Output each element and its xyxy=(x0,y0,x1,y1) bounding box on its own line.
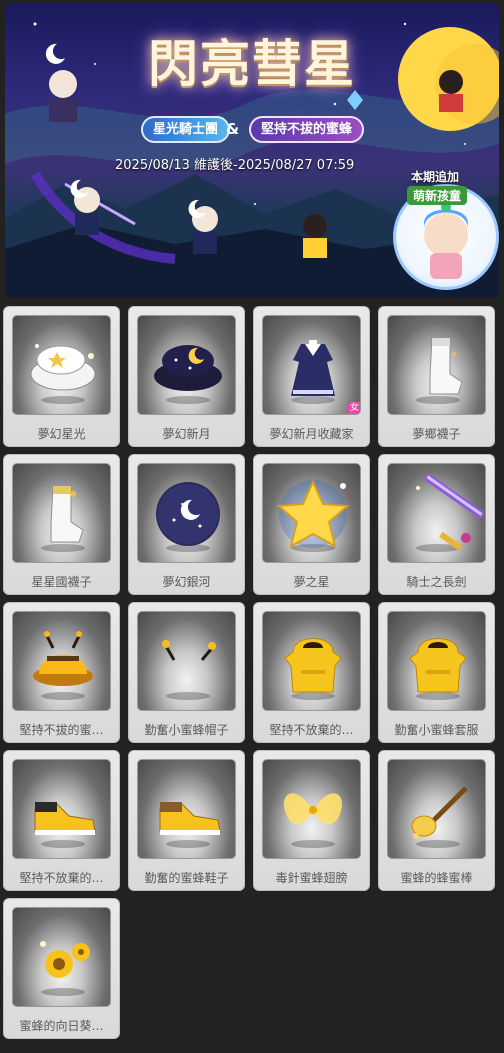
item-image-well xyxy=(262,611,361,711)
yellow-hoodie-icon xyxy=(284,638,342,700)
item-image-well xyxy=(12,463,111,563)
addon-badge: 本期追加 萌新孩童 xyxy=(393,162,499,290)
item-label: 夢幻新月收藏家 xyxy=(269,427,354,441)
item-label: 夢之星 xyxy=(293,575,330,589)
yellow-shoe-brown-icon xyxy=(159,802,221,848)
item-image-well: 女 xyxy=(262,315,361,415)
honey-dipper-icon xyxy=(411,786,468,848)
dark-moon-hat-icon xyxy=(154,345,222,404)
item-image-well xyxy=(12,611,111,711)
item-label: 夢鄉襪子 xyxy=(412,427,461,441)
item-label: 勤奮小蜜蜂帽子 xyxy=(144,723,229,737)
item-card[interactable]: 騎士之長劍 xyxy=(378,454,495,595)
item-image-well xyxy=(262,759,361,859)
item-image-well xyxy=(137,611,236,711)
event-banner: 閃亮彗星 星光騎士團 & 堅持不拔的蜜蜂 2025/08/13 維護後-2025… xyxy=(5,4,499,297)
item-image-well xyxy=(12,759,111,859)
purple-sword-icon xyxy=(416,473,485,552)
item-image-well xyxy=(387,611,486,711)
item-label: 堅持不放棄的… xyxy=(19,871,104,885)
item-image-well xyxy=(137,759,236,859)
item-card[interactable]: 勤奮小蜜蜂帽子 xyxy=(128,602,245,743)
item-card[interactable]: 夢幻新月 xyxy=(128,306,245,447)
item-card[interactable]: 勤奮的蜜蜂鞋子 xyxy=(128,750,245,891)
item-image-well xyxy=(387,315,486,415)
white-star-hat-icon xyxy=(30,344,96,404)
subtitle-starlight-knights: 星光騎士團 xyxy=(141,116,231,143)
item-image-well xyxy=(387,463,486,563)
bee-hat-icon xyxy=(33,631,93,700)
item-label: 騎士之長劍 xyxy=(406,575,467,589)
item-label: 蜜蜂的蜂蜜棒 xyxy=(400,871,473,885)
item-card[interactable]: 堅持不放棄的… xyxy=(3,750,120,891)
sunflower-icon xyxy=(40,941,90,996)
event-title: 閃亮彗星 xyxy=(148,34,356,93)
item-card[interactable]: 星星國襪子 xyxy=(3,454,120,595)
item-label: 堅持不放棄的… xyxy=(269,723,354,737)
item-image-well xyxy=(262,463,361,563)
item-card[interactable]: 夢之星 xyxy=(253,454,370,595)
item-card[interactable]: 勤奮小蜜蜂套服 xyxy=(378,602,495,743)
item-card[interactable]: 夢幻銀河 xyxy=(128,454,245,595)
item-card[interactable]: 夢幻星光 xyxy=(3,306,120,447)
item-card[interactable]: 夢鄉襪子 xyxy=(378,306,495,447)
subtitle-ampersand: & xyxy=(226,120,240,138)
yellow-star-icon xyxy=(276,479,350,552)
item-image-well xyxy=(137,463,236,563)
addon-title: 本期追加 xyxy=(411,170,460,184)
item-label: 蜜蜂的向日葵… xyxy=(19,1019,104,1033)
subtitle-persistent-bee: 堅持不拔的蜜蜂 xyxy=(249,116,365,143)
golden-wings-icon xyxy=(283,793,343,848)
item-image-well xyxy=(12,907,111,1007)
item-image-well xyxy=(137,315,236,415)
gender-badge: 女 xyxy=(348,402,360,414)
addon-subtitle: 萌新孩童 xyxy=(407,186,468,205)
item-image-well xyxy=(387,759,486,859)
item-label: 夢幻星光 xyxy=(37,427,86,441)
item-card[interactable]: 堅持不拔的蜜… xyxy=(3,602,120,743)
item-label: 夢幻銀河 xyxy=(162,575,211,589)
item-card[interactable]: 堅持不放棄的… xyxy=(253,602,370,743)
white-sock-gold-icon xyxy=(41,485,85,552)
item-card[interactable]: 毒針蜜蜂翅膀 xyxy=(253,750,370,891)
yellow-hoodie-icon xyxy=(409,638,467,700)
bee-antenna-icon xyxy=(162,640,216,700)
white-sock-icon xyxy=(416,337,463,404)
yellow-shoe-icon xyxy=(34,802,96,848)
item-label: 星星國襪子 xyxy=(31,575,92,589)
galaxy-orb-icon xyxy=(156,482,220,552)
item-label: 夢幻新月 xyxy=(162,427,211,441)
item-label: 堅持不拔的蜜… xyxy=(19,723,104,737)
item-label: 毒針蜜蜂翅膀 xyxy=(275,871,348,885)
navy-dress-icon xyxy=(291,340,335,404)
item-image-well xyxy=(12,315,111,415)
event-date-range: 2025/08/13 維護後-2025/08/27 07:59 xyxy=(115,158,355,173)
item-card[interactable]: 女夢幻新月收藏家 xyxy=(253,306,370,447)
item-card[interactable]: 蜜蜂的蜂蜜棒 xyxy=(378,750,495,891)
item-card[interactable]: 蜜蜂的向日葵… xyxy=(3,898,120,1039)
item-label: 勤奮小蜜蜂套服 xyxy=(394,723,479,737)
item-label: 勤奮的蜜蜂鞋子 xyxy=(144,871,229,885)
